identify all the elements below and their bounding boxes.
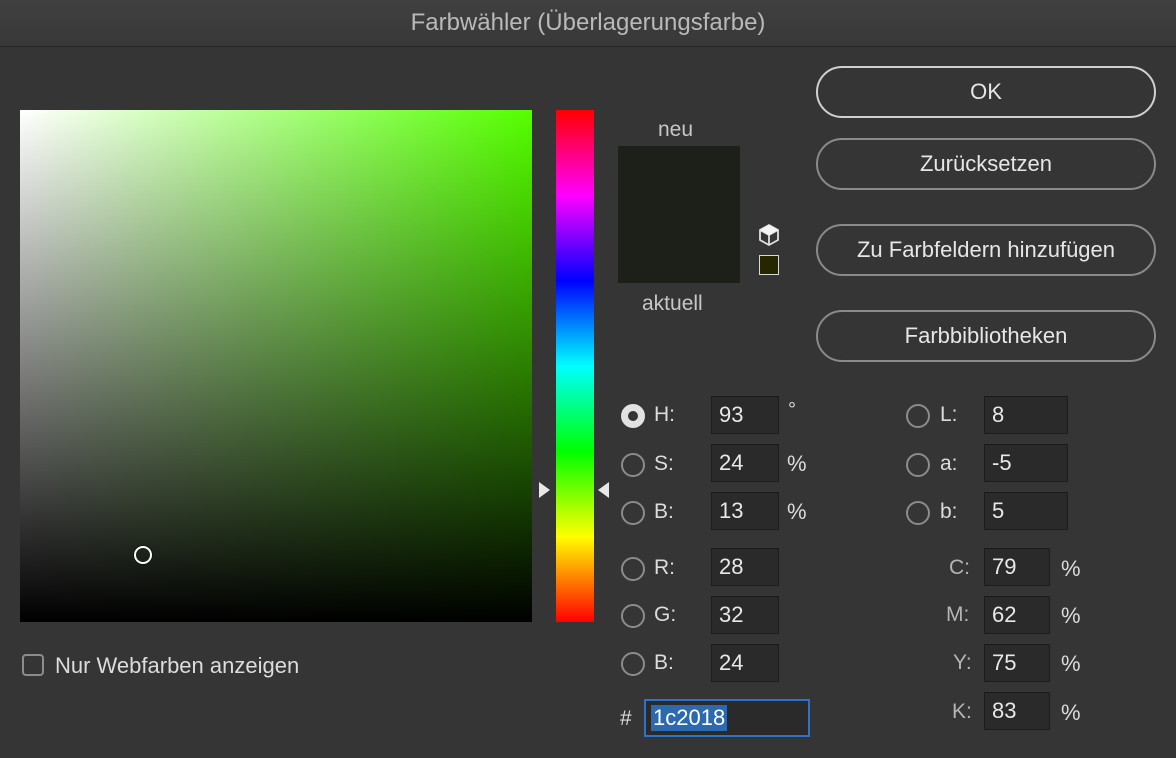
color-field-marker-icon[interactable] (133, 546, 152, 565)
green-label: G: (654, 603, 677, 626)
hue-slider-left-arrow-icon[interactable] (539, 481, 550, 498)
window-title-bar: Farbwähler (Überlagerungsfarbe) (0, 0, 1176, 47)
lab-l-radio[interactable] (906, 404, 930, 428)
yellow-unit: % (1061, 651, 1081, 676)
magenta-label: M: (946, 603, 970, 626)
magenta-unit: % (1061, 603, 1081, 628)
blue-label: B: (654, 651, 674, 674)
new-color-label: neu (658, 118, 694, 141)
yellow-input[interactable] (984, 644, 1050, 682)
brightness-unit: % (787, 499, 807, 524)
color-libraries-button[interactable]: Farbbibliotheken (816, 310, 1156, 362)
hue-radio[interactable] (621, 404, 645, 428)
lab-a-label: a: (940, 452, 958, 475)
yellow-label: Y: (953, 651, 972, 674)
cyan-label: C: (949, 556, 970, 579)
saturation-input[interactable] (711, 444, 779, 482)
hex-label: # (620, 707, 632, 730)
red-label: R: (654, 556, 675, 579)
black-label: K: (952, 700, 972, 723)
hex-input[interactable]: 1c2018 (644, 699, 810, 737)
lab-l-label: L: (940, 403, 958, 426)
brightness-input[interactable] (711, 492, 779, 530)
lab-b-label: b: (940, 500, 958, 523)
hue-input[interactable] (711, 396, 779, 434)
hex-input-value[interactable]: 1c2018 (651, 705, 728, 731)
magenta-input[interactable] (984, 596, 1050, 634)
gamut-warning-cube-icon[interactable] (757, 223, 781, 247)
black-unit: % (1061, 700, 1081, 725)
saturation-unit: % (787, 451, 807, 476)
hue-unit: ° (788, 399, 796, 421)
reset-button[interactable]: Zurücksetzen (816, 138, 1156, 190)
lab-a-input[interactable] (984, 444, 1068, 482)
saturation-label: S: (654, 452, 674, 475)
web-safe-swatch-icon[interactable] (759, 255, 779, 275)
hue-label: H: (654, 403, 675, 426)
saturation-radio[interactable] (621, 453, 645, 477)
blue-radio[interactable] (621, 652, 645, 676)
saturation-brightness-field[interactable] (20, 110, 532, 622)
window-title: Farbwähler (Überlagerungsfarbe) (410, 9, 766, 36)
hue-slider-right-arrow-icon[interactable] (598, 481, 609, 498)
web-colors-only-checkbox[interactable] (22, 654, 44, 676)
add-to-swatches-button[interactable]: Zu Farbfeldern hinzufügen (816, 224, 1156, 276)
lab-a-radio[interactable] (906, 453, 930, 477)
web-colors-only-label: Nur Webfarben anzeigen (55, 653, 300, 678)
lab-l-input[interactable] (984, 396, 1068, 434)
color-preview-swatch[interactable] (618, 146, 740, 283)
hue-slider[interactable] (556, 110, 594, 622)
lab-b-radio[interactable] (906, 501, 930, 525)
cyan-unit: % (1061, 556, 1081, 581)
lab-b-input[interactable] (984, 492, 1068, 530)
ok-button[interactable]: OK (816, 66, 1156, 118)
cyan-input[interactable] (984, 548, 1050, 586)
brightness-radio[interactable] (621, 501, 645, 525)
red-input[interactable] (711, 548, 779, 586)
green-radio[interactable] (621, 604, 645, 628)
green-input[interactable] (711, 596, 779, 634)
black-input[interactable] (984, 692, 1050, 730)
brightness-label: B: (654, 500, 674, 523)
red-radio[interactable] (621, 557, 645, 581)
current-color-label: aktuell (642, 292, 703, 315)
blue-input[interactable] (711, 644, 779, 682)
